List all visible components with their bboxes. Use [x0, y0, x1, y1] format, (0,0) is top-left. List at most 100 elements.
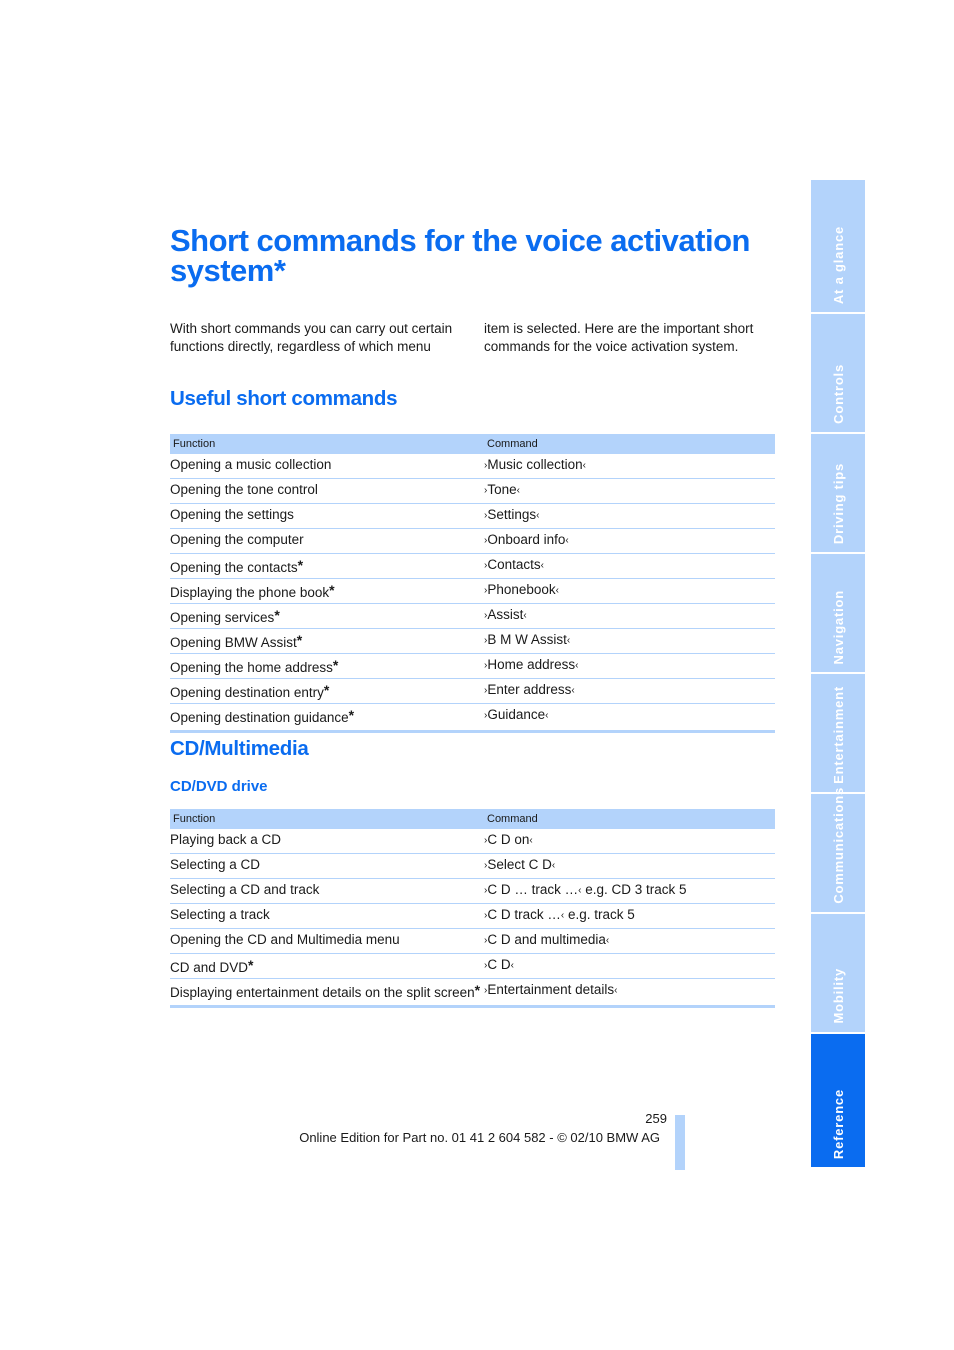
function-text: CD and DVD — [170, 960, 249, 975]
function-cell: Selecting a CD — [170, 853, 484, 879]
table-row: Opening services* ›Assist‹ — [170, 603, 775, 629]
function-cell: Opening the home address* — [170, 653, 484, 679]
function-cell: CD and DVD* — [170, 953, 484, 979]
function-text: Opening a music collection — [170, 457, 332, 472]
function-text: Selecting a CD — [170, 857, 261, 872]
cd-commands-body: Playing back a CD ›C D on‹ Selecting a CD ›… — [170, 829, 775, 1008]
command-cell: ›Enter address‹ — [484, 678, 775, 704]
table-row: Opening the settings ›Settings‹ — [170, 503, 775, 529]
command-text: Assist — [487, 607, 524, 622]
command-cell: ›Onboard info‹ — [484, 528, 775, 554]
page-number: 259 — [645, 1111, 667, 1126]
optional-equipment-asterisk: * — [323, 682, 330, 698]
command-cell: ›Contacts‹ — [484, 553, 775, 579]
chapter-tab-navigation[interactable]: Navigation — [811, 554, 865, 672]
optional-equipment-asterisk: * — [329, 582, 335, 598]
function-text: Opening the settings — [170, 507, 294, 522]
column-header-function: Function — [170, 809, 484, 829]
function-cell: Opening the settings — [170, 503, 484, 529]
chapter-tab-label: Entertainment — [830, 686, 846, 784]
function-text: Opening the computer — [170, 532, 304, 547]
command-cell: ›Select C D‹ — [484, 853, 775, 879]
chapter-tab-communications[interactable]: Communications — [811, 787, 865, 912]
quote-close-glyph: ‹ — [510, 960, 514, 971]
table-row: Opening destination guidance* ›Guidance‹ — [170, 703, 775, 733]
chapter-tab-reference[interactable]: Reference — [811, 1034, 865, 1167]
chapter-tab-entertainment[interactable]: Entertainment — [811, 674, 865, 792]
subsection-heading-cd-dvd: CD/DVD drive — [170, 778, 268, 795]
command-text: Select C D — [487, 857, 552, 872]
quote-close-glyph: ‹ — [566, 635, 571, 646]
table-header-row: Function Command — [170, 434, 775, 454]
function-text: Opening destination guidance — [170, 710, 349, 725]
chapter-tab-driving-tips[interactable]: Driving tips — [811, 434, 865, 552]
command-cell: ›Phonebook‹ — [484, 578, 775, 604]
command-text: C D track … — [487, 907, 561, 922]
command-cell: ›Guidance‹ — [484, 703, 775, 733]
column-header-command: Command — [484, 434, 775, 454]
quote-close-glyph: ‹ — [571, 685, 575, 696]
function-cell: Opening BMW Assist* — [170, 628, 484, 654]
command-text: Settings — [487, 507, 537, 522]
function-cell: Opening a music collection — [170, 454, 484, 479]
table-row: Playing back a CD ›C D on‹ — [170, 829, 775, 854]
command-text: Onboard info — [487, 532, 566, 547]
function-cell: Opening the tone control — [170, 478, 484, 504]
table-row: Opening the computer ›Onboard info‹ — [170, 528, 775, 554]
chapter-tab-mobility[interactable]: Mobility — [811, 914, 865, 1032]
footer-edition: Online Edition for Part no. 01 41 2 604 … — [299, 1130, 660, 1145]
command-cell: ›Settings‹ — [484, 503, 775, 529]
quote-close-glyph: ‹ — [614, 985, 618, 996]
function-text: Opening services — [170, 610, 275, 625]
command-cell: ›B M W Assist‹ — [484, 628, 775, 654]
function-text: Selecting a CD and track — [170, 882, 320, 897]
command-text: Music collection — [487, 457, 583, 472]
quote-close-glyph: ‹ — [536, 510, 540, 521]
table-row: Opening BMW Assist* ›B M W Assist‹ — [170, 628, 775, 654]
chapter-tab-label: Reference — [830, 1088, 846, 1159]
quote-close-glyph: ‹ — [540, 560, 544, 571]
quote-close-glyph: ‹ — [565, 535, 569, 546]
function-cell: Selecting a CD and track — [170, 878, 484, 904]
quote-close-glyph: ‹ — [575, 660, 579, 671]
command-text: Entertainment details — [487, 982, 615, 997]
function-text: Opening destination entry — [170, 685, 324, 700]
table-row: Displaying entertainment details on the … — [170, 978, 775, 1008]
optional-equipment-asterisk: * — [348, 707, 355, 723]
function-text: Opening the CD and Multimedia menu — [170, 932, 400, 947]
chapter-tab-label: Driving tips — [830, 462, 846, 544]
function-cell: Selecting a track — [170, 903, 484, 929]
command-cell: ›C D track …‹ e.g. track 5 — [484, 903, 775, 929]
table-row: Displaying the phone book* ›Phonebook‹ — [170, 578, 775, 604]
command-text: C D … track … — [487, 882, 579, 897]
function-text: Displaying the phone book — [170, 585, 330, 600]
chapter-tab-label: Communications — [830, 787, 846, 904]
command-cell: ›C D and multimedia‹ — [484, 928, 775, 954]
optional-equipment-asterisk: * — [248, 957, 254, 973]
table-row: Opening the tone control ›Tone‹ — [170, 478, 775, 504]
command-cell: ›Assist‹ — [484, 603, 775, 629]
command-text: Phonebook — [487, 582, 556, 597]
function-cell: Opening destination entry* — [170, 678, 484, 704]
function-cell: Opening destination guidance* — [170, 703, 484, 733]
command-cell: ›C D on‹ — [484, 829, 775, 854]
function-cell: Opening the computer — [170, 528, 484, 554]
chapter-tab-at-a-glance[interactable]: At a glance — [811, 180, 865, 312]
function-cell: Displaying entertainment details on the … — [170, 978, 484, 1008]
command-text: Tone — [487, 482, 517, 497]
function-text: Opening the home address — [170, 660, 333, 675]
table-row: Opening the CD and Multimedia menu ›C D a… — [170, 928, 775, 954]
command-cell: ›Entertainment details‹ — [484, 978, 775, 1008]
function-text: Opening the tone control — [170, 482, 318, 497]
quote-close-glyph: ‹ — [555, 585, 559, 596]
function-cell: Playing back a CD — [170, 829, 484, 854]
command-text: C D and multimedia — [487, 932, 606, 947]
command-text: C D on — [487, 832, 530, 847]
page-marker-bar — [675, 1115, 685, 1170]
column-header-function: Function — [170, 434, 484, 454]
table-row: CD and DVD* ›C D‹ — [170, 953, 775, 979]
function-text: Opening BMW Assist — [170, 635, 297, 650]
command-text: Contacts — [487, 557, 541, 572]
useful-commands-table: Function Command Opening a music collect… — [170, 434, 775, 733]
chapter-tab-controls[interactable]: Controls — [811, 314, 865, 432]
